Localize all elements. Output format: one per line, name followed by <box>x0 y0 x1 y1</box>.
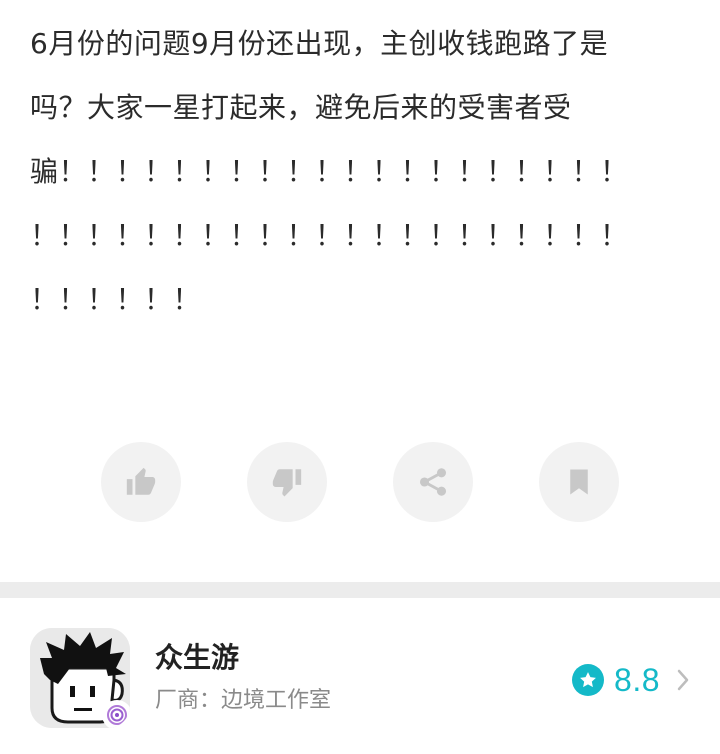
vendor-name: 边境工作室 <box>221 688 332 713</box>
bookmark-icon <box>564 467 594 497</box>
game-card[interactable]: 众生游 厂商：边境工作室 8.8 <box>0 598 720 754</box>
like-button[interactable] <box>101 442 181 522</box>
game-vendor: 厂商：边境工作室 <box>155 686 331 716</box>
rating-value: 8.8 <box>614 661 660 698</box>
review-text-line: 吗？大家一星打起来，避免后来的受害者受 <box>30 91 572 124</box>
review-text-line: 骗！！！！！！！！！！！！！！！！！！！！ <box>30 155 629 188</box>
share-icon <box>416 465 450 499</box>
star-icon <box>572 664 605 696</box>
dislike-button[interactable] <box>247 442 327 522</box>
review-actions <box>0 442 720 524</box>
review-text-line: ！！！！！！ <box>30 283 202 316</box>
review-text-line: ！！！！！！！！！！！！！！！！！！！！！ <box>30 219 629 252</box>
game-rating: 8.8 <box>572 660 690 700</box>
platform-badge-icon <box>102 700 130 728</box>
thumbs-up-icon <box>124 465 158 499</box>
game-title: 众生游 <box>155 641 240 674</box>
thumbs-down-icon <box>270 465 304 499</box>
review-text-line: 6月份的问题9月份还出现，主创收钱跑路了是 <box>30 27 609 60</box>
review-content: 6月份的问题9月份还出现，主创收钱跑路了是 吗？大家一星打起来，避免后来的受害者… <box>30 12 690 332</box>
bookmark-button[interactable] <box>539 442 619 522</box>
vendor-label: 厂商： <box>155 688 222 713</box>
game-avatar-icon[interactable] <box>30 628 130 728</box>
section-divider <box>0 582 720 598</box>
chevron-right-icon[interactable] <box>676 668 690 692</box>
share-button[interactable] <box>393 442 473 522</box>
